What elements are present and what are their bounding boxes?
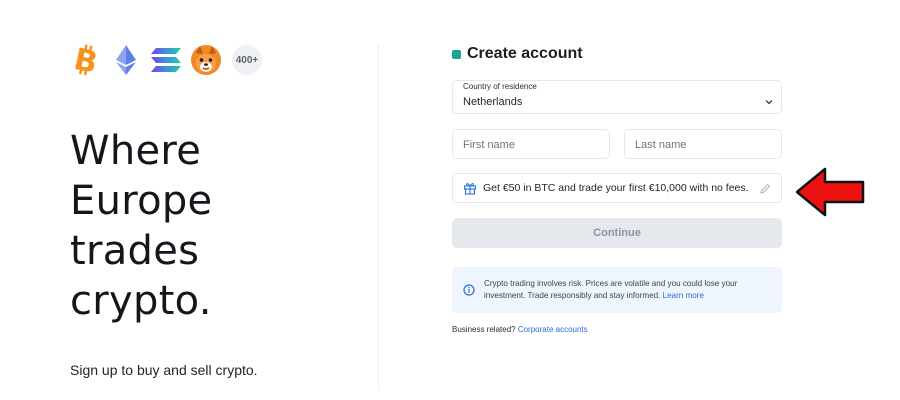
page-title: Create account [452, 45, 583, 63]
headline-line: Europe [70, 178, 213, 224]
first-name-field[interactable]: First name [452, 129, 610, 159]
risk-notice: Crypto trading involves risk. Prices are… [452, 267, 782, 313]
info-icon [463, 283, 475, 301]
last-name-field[interactable]: Last name [624, 129, 782, 159]
chevron-down-icon [765, 93, 773, 111]
headline-line: trades [70, 228, 200, 274]
shiba-inu-icon [190, 44, 222, 76]
panel-divider [378, 44, 379, 390]
continue-button[interactable]: Continue [452, 218, 782, 248]
country-select[interactable]: Country of residence Netherlands [452, 80, 782, 114]
headline-line: Where [70, 128, 202, 174]
business-prompt: Business related? Corporate accounts [452, 325, 588, 334]
lock-icon [452, 50, 461, 59]
marketing-panel: B 400+ Where Europe trades crypto. Sign … [0, 0, 378, 400]
ethereum-icon [110, 44, 142, 76]
promo-text: Get €50 in BTC and trade your first €10,… [483, 182, 749, 194]
red-arrow-annotation [795, 167, 865, 217]
more-coins-badge: 400+ [232, 45, 262, 75]
coin-icons: B 400+ [70, 44, 262, 76]
hero-headline: Where Europe trades crypto. [70, 126, 330, 326]
corporate-accounts-link[interactable]: Corporate accounts [518, 325, 588, 334]
gift-icon [463, 181, 477, 195]
country-label: Country of residence [463, 82, 537, 91]
promo-code-field[interactable]: Get €50 in BTC and trade your first €10,… [452, 173, 782, 203]
risk-notice-text: Crypto trading involves risk. Prices are… [484, 278, 774, 302]
headline-line: crypto. [70, 278, 212, 324]
page-title-text: Create account [467, 45, 583, 62]
solana-icon [150, 44, 182, 76]
business-text: Business related? [452, 325, 516, 334]
pencil-icon[interactable] [759, 182, 771, 200]
country-value: Netherlands [463, 96, 523, 108]
hero-subline: Sign up to buy and sell crypto. [70, 362, 258, 378]
learn-more-link[interactable]: Learn more [663, 291, 704, 300]
bitcoin-icon: B [70, 44, 102, 76]
